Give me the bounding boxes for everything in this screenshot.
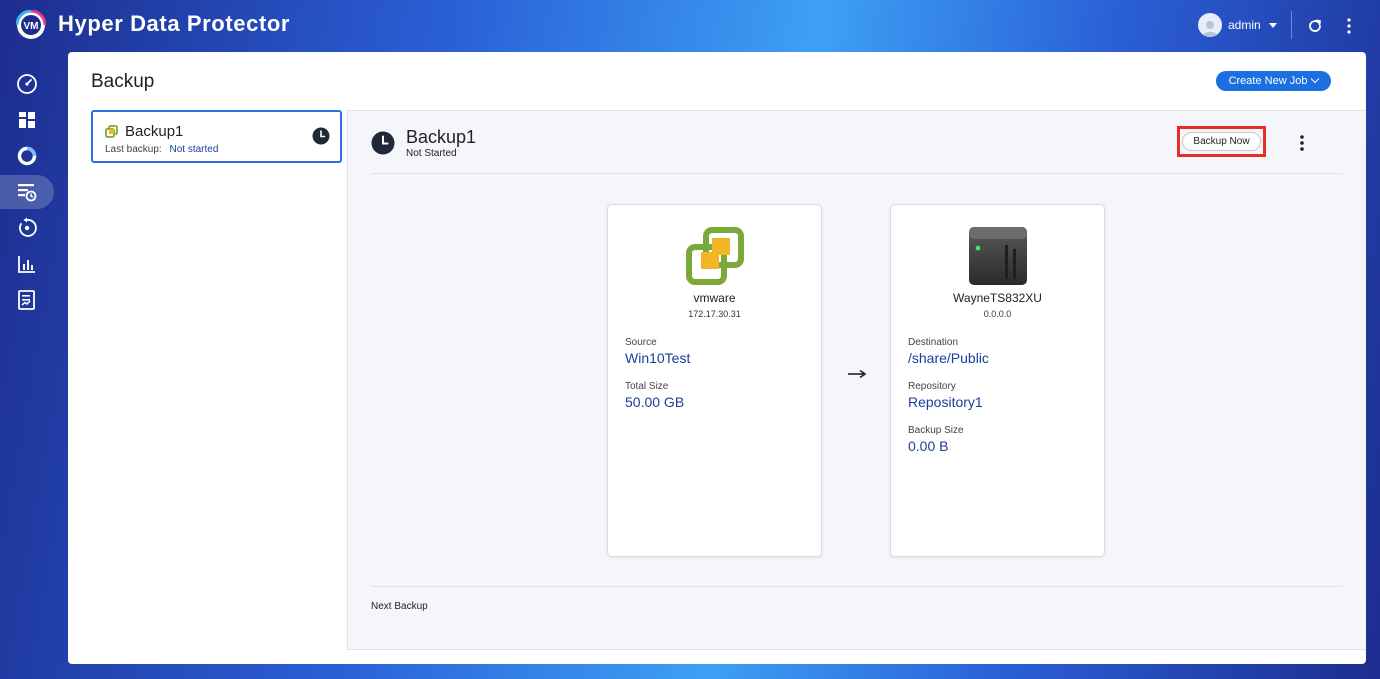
chevron-down-icon <box>1311 74 1320 84</box>
report-chart-icon <box>18 256 35 273</box>
source-host-ip: 172.17.30.31 <box>688 309 741 319</box>
destination-label: Destination <box>908 337 959 348</box>
create-new-job-label: Create New Job <box>1228 75 1308 87</box>
source-value: Win10Test <box>625 350 691 366</box>
refresh-icon[interactable] <box>1306 17 1324 35</box>
schedule-clock-icon <box>371 131 395 155</box>
last-backup-label: Last backup: <box>105 144 162 155</box>
sidebar-item-restore[interactable] <box>0 211 54 245</box>
svg-text:VM: VM <box>24 21 39 32</box>
destination-host-ip: 0.0.0.0 <box>983 309 1012 319</box>
job-last-backup: Last backup: Not started <box>105 144 218 155</box>
more-options-icon[interactable] <box>1340 17 1358 35</box>
backup-now-button[interactable]: Backup Now <box>1182 132 1261 151</box>
more-options-icon[interactable] <box>1294 133 1310 153</box>
arrow-right-icon <box>848 369 867 379</box>
total-size-value: 50.00 GB <box>625 394 685 410</box>
repository-value: Repository1 <box>908 394 983 410</box>
grid-overview-icon <box>19 112 35 128</box>
nas-device-icon <box>969 227 1027 285</box>
job-status: Not Started <box>406 148 457 159</box>
app-logo-icon: VM <box>16 10 46 39</box>
last-backup-value: Not started <box>169 144 219 155</box>
create-new-job-button[interactable]: Create New Job <box>1216 71 1331 91</box>
job-detail-title: Backup1 <box>406 127 477 147</box>
sidebar-item-reports[interactable] <box>0 247 54 281</box>
avatar <box>1198 13 1222 37</box>
sidebar-item-overview[interactable] <box>0 103 54 137</box>
divider <box>371 586 1342 587</box>
dashboard-gauge-icon <box>17 74 37 94</box>
vmware-logo-icon <box>686 227 744 285</box>
total-size-label: Total Size <box>625 381 669 392</box>
user-avatar-icon <box>1202 21 1218 37</box>
source-card: vmware 172.17.30.31 Source Win10Test Tot… <box>607 204 822 557</box>
schedule-clock-icon <box>312 127 330 145</box>
main-panel: Backup Create New Job Backup1 Last backu… <box>68 52 1366 664</box>
repository-label: Repository <box>908 381 956 392</box>
vmware-icon <box>105 125 118 138</box>
job-name: Backup1 <box>125 123 184 140</box>
sidebar-item-storage[interactable] <box>0 139 54 173</box>
source-host-name: vmware <box>693 291 736 305</box>
user-name: admin <box>1228 18 1261 32</box>
backup-now-highlight: Backup Now <box>1177 126 1266 157</box>
page-title: Backup <box>91 71 155 92</box>
top-bar: VM Hyper Data Protector admin <box>0 0 1380 52</box>
backup-size-label: Backup Size <box>908 425 964 436</box>
app-title: Hyper Data Protector <box>58 11 291 36</box>
destination-host-name: WayneTS832XU <box>953 291 1042 305</box>
divider <box>371 173 1342 174</box>
job-list-item[interactable]: Backup1 Last backup: Not started <box>91 110 342 163</box>
storage-ring-icon <box>17 146 37 166</box>
user-menu[interactable]: admin <box>1198 13 1277 37</box>
destination-value: /share/Public <box>908 350 989 366</box>
sidebar <box>0 52 68 679</box>
source-label: Source <box>625 337 657 348</box>
sidebar-item-dashboard[interactable] <box>0 67 54 101</box>
header-divider <box>1291 11 1292 39</box>
backup-size-value: 0.00 B <box>908 438 949 454</box>
chevron-down-icon <box>1268 22 1277 28</box>
restore-icon <box>19 217 37 237</box>
backup-list-icon <box>18 184 37 202</box>
job-detail-panel: Backup1 Not Started Backup Now vmware 17… <box>347 110 1366 650</box>
sidebar-item-logs[interactable] <box>0 283 54 317</box>
next-backup-label: Next Backup <box>371 601 428 612</box>
destination-card: WayneTS832XU 0.0.0.0 Destination /share/… <box>890 204 1105 557</box>
log-document-icon <box>18 290 35 310</box>
sidebar-item-backup[interactable] <box>0 175 54 209</box>
